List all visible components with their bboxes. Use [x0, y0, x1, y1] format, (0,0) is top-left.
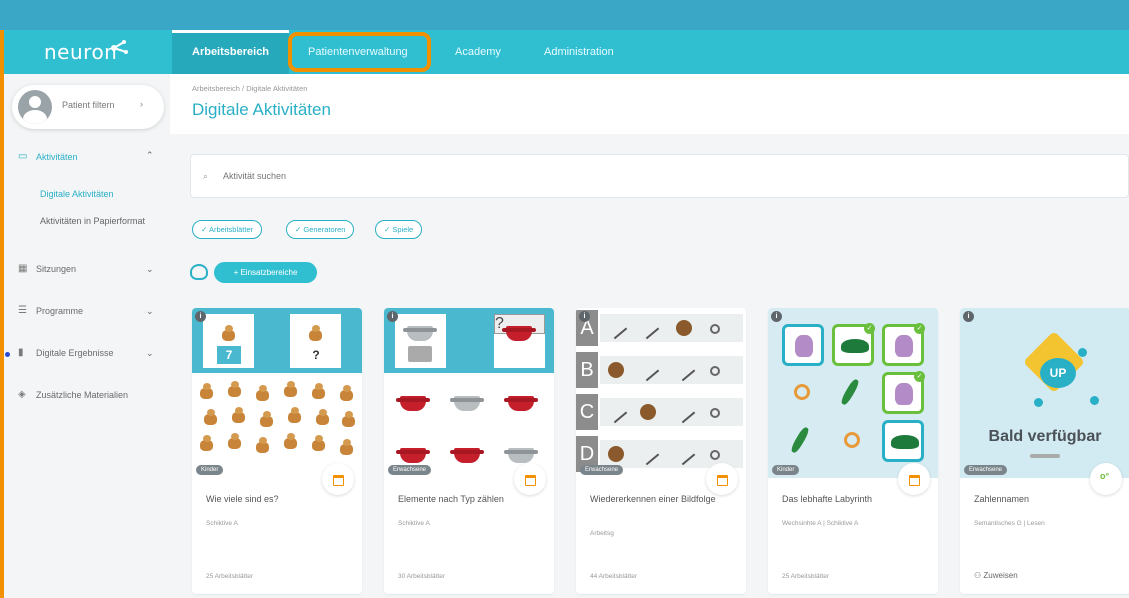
coming-soon-label: Bald verfügbar [988, 428, 1102, 445]
neuron-logo-icon [111, 40, 128, 54]
up-badge: UP [1040, 358, 1076, 388]
worksheet-icon [322, 463, 354, 495]
activity-card[interactable]: A B C D i Erwachsene Wiedererkennen eine… [576, 308, 746, 594]
card-thumbnail: A B C D [576, 308, 746, 478]
search-input[interactable] [223, 168, 523, 184]
audience-tag: Erwachsene [580, 465, 624, 475]
row-letter: B [576, 352, 598, 388]
assign-button[interactable]: ⚇ Zuweisen [974, 571, 1018, 580]
info-icon[interactable]: i [579, 311, 590, 322]
card-count: 30 Arbeitsblätter [398, 573, 445, 580]
search-bar[interactable]: ⌕ [190, 154, 1129, 198]
info-icon[interactable]: i [771, 311, 782, 322]
info-icon[interactable]: i [387, 311, 398, 322]
einsatzbereiche-button[interactable]: + Einsatzbereiche [214, 262, 317, 283]
bar-chart-icon: ▮ [18, 347, 24, 358]
filter-arbeitsblaetter[interactable]: ✓ Arbeitsblätter [192, 220, 263, 239]
chevron-down-icon[interactable]: ⌄ [146, 348, 154, 359]
chevron-down-icon[interactable]: ⌄ [146, 264, 154, 275]
activity-card[interactable]: ? i Erwachsene Elemente nach Typ zählen … [384, 308, 554, 594]
thumb-number: 7 [217, 346, 241, 364]
game-icon: o° [1090, 463, 1122, 495]
brain-icon [190, 264, 208, 280]
top-strip [0, 0, 1129, 30]
assign-label: Zuweisen [983, 571, 1018, 580]
sidebar: Patient filtern › ▭ Aktivitäten ⌃ Digita… [4, 74, 170, 598]
top-navbar: neuron Arbeitsbereich Patientenverwaltun… [0, 30, 1129, 74]
filter-spiele[interactable]: ✓ Spiele [375, 220, 423, 239]
worksheet-icon [898, 463, 930, 495]
notification-dot [5, 352, 10, 357]
page-title: Digitale Aktivitäten [192, 100, 331, 119]
card-subtitle: Arbeitsg [590, 530, 614, 537]
row-letter: C [576, 394, 598, 430]
sidebar-item-aktivitaeten[interactable]: ▭ Aktivitäten [18, 151, 78, 163]
main-content: Arbeitsbereich / Digitale Aktivitäten Di… [170, 74, 1129, 598]
sidebar-item-label: Digitale Ergebnisse [36, 348, 114, 358]
card-title: Wie viele sind es? [206, 494, 279, 504]
activity-card[interactable]: 7 ? i Kinder Wie viele sind es? Schiktiv… [192, 308, 362, 594]
sidebar-item-digitale-ergebnisse[interactable]: ▮ Digitale Ergebnisse [18, 347, 114, 359]
logo[interactable]: neuron [44, 40, 128, 64]
layers-icon: ◈ [18, 389, 26, 400]
avatar [18, 90, 52, 124]
worksheet-icon [514, 463, 546, 495]
dog-icon [309, 325, 322, 341]
filter-generatoren[interactable]: ✓ Generatoren [286, 220, 355, 239]
info-icon[interactable]: i [195, 311, 206, 322]
chevron-right-icon: › [140, 99, 143, 109]
worksheet-icon [706, 463, 738, 495]
tab-academy[interactable]: Academy [435, 30, 521, 74]
assign-user-icon: ⚇ [974, 571, 984, 580]
chevron-up-icon[interactable]: ⌃ [146, 150, 154, 161]
card-thumbnail: 7 ? [192, 308, 362, 478]
chevron-down-icon[interactable]: ⌄ [146, 306, 154, 317]
patient-filter-label: Patient filtern [62, 100, 115, 110]
card-thumbnail: ? [384, 308, 554, 478]
card-count: 25 Arbeitsblätter [206, 573, 253, 580]
wrench-icon [1030, 454, 1060, 458]
patient-filter-button[interactable]: Patient filtern › [12, 85, 164, 129]
card-title: Elemente nach Typ zählen [398, 494, 504, 504]
activity-card[interactable]: UP Bald verfügbar i Erwachsene o° Zahlen… [960, 308, 1129, 594]
sidebar-item-label: Zusätzliche Materialien [36, 390, 129, 400]
card-subtitle: Semantisches G | Lesen [974, 520, 1045, 527]
card-thumbnail: ✓ ✓ ✓ [768, 308, 938, 478]
sidebar-sub-digitale-aktivitaeten[interactable]: Digitale Aktivitäten [40, 189, 114, 199]
card-title: Zahlennamen [974, 494, 1030, 504]
activity-card[interactable]: ✓ ✓ ✓ i Kinder Das lebhafte Labyrinth We… [768, 308, 938, 594]
card-count: 25 Arbeitsblätter [782, 573, 829, 580]
card-title: Das lebhafte Labyrinth [782, 494, 873, 504]
tab-administration[interactable]: Administration [524, 30, 634, 74]
card-title: Wiedererkennen einer Bildfolge [590, 494, 716, 504]
audience-tag: Kinder [772, 465, 800, 475]
highlight-box [288, 32, 431, 72]
thumb-question: ? [312, 348, 320, 362]
sidebar-item-programme[interactable]: ☰ Programme [18, 305, 84, 317]
info-icon[interactable]: i [963, 311, 974, 322]
audience-tag: Erwachsene [964, 465, 1008, 475]
page-header: Arbeitsbereich / Digitale Aktivitäten Di… [170, 74, 1129, 134]
sidebar-item-zusaetzliche-materialien[interactable]: ◈ Zusätzliche Materialien [18, 389, 129, 401]
audience-tag: Kinder [196, 465, 224, 475]
sidebar-item-sitzungen[interactable]: ▦ Sitzungen [18, 263, 77, 275]
calendar-icon: ▦ [18, 263, 28, 274]
audience-tag: Erwachsene [388, 465, 432, 475]
list-icon: ☰ [18, 305, 27, 316]
sidebar-item-label: Programme [36, 306, 84, 316]
sidebar-sub-papierformat[interactable]: Aktivitäten in Papierformat [40, 216, 145, 226]
lion-icon [222, 325, 235, 341]
breadcrumb[interactable]: Arbeitsbereich / Digitale Aktivitäten [192, 84, 307, 93]
tab-arbeitsbereich[interactable]: Arbeitsbereich [172, 30, 290, 74]
card-subtitle: Schiktive A [206, 520, 238, 527]
search-icon: ⌕ [203, 171, 209, 181]
card-thumbnail: UP Bald verfügbar [960, 308, 1129, 478]
activities-icon: ▭ [18, 151, 28, 162]
sidebar-item-label: Sitzungen [36, 264, 77, 274]
orange-edge [0, 30, 4, 598]
card-subtitle: Wechsinhte A | Schiktive A [782, 520, 859, 527]
card-count: 44 Arbeitsblätter [590, 573, 637, 580]
sidebar-item-label: Aktivitäten [36, 152, 78, 162]
card-subtitle: Schiktive A [398, 520, 430, 527]
